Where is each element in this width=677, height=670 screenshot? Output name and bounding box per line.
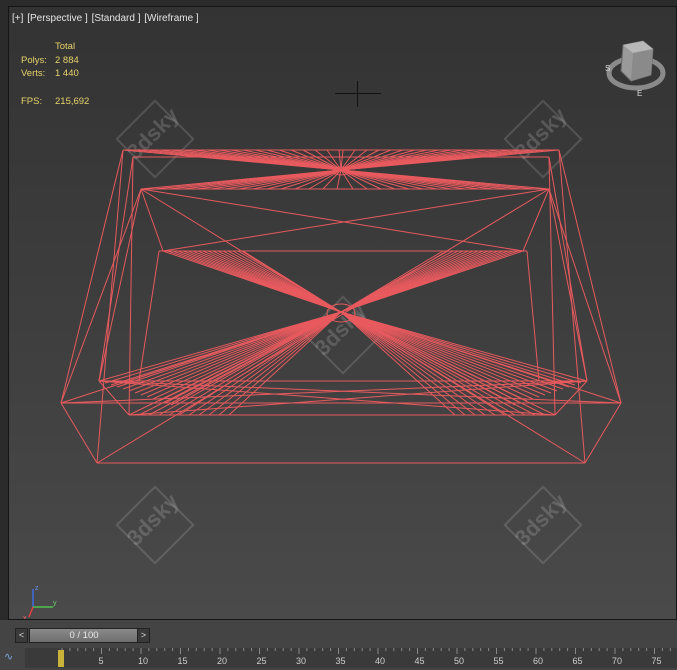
- timeline-track[interactable]: 051015202530354045505560657075: [25, 648, 677, 668]
- wire-edge: [60, 402, 98, 464]
- wire-edge: [188, 311, 342, 416]
- wire-edge: [336, 169, 342, 190]
- timeline-tick-label: 10: [138, 656, 148, 666]
- wire-edge: [162, 188, 550, 252]
- timeline-tick-label: 20: [217, 656, 227, 666]
- wire-edge: [340, 311, 496, 416]
- wire-edge: [554, 380, 588, 416]
- wire-edge: [526, 250, 540, 382]
- wire-edge: [96, 188, 550, 464]
- wire-edge: [96, 149, 124, 464]
- time-slider-track[interactable]: 0 / 100: [29, 628, 138, 643]
- current-frame-marker[interactable]: [58, 650, 64, 667]
- bottom-bar: < 0 / 100 > ∿ 05101520253035404550556065…: [0, 620, 677, 670]
- timeline-ruler[interactable]: 051015202530354045505560657075: [25, 648, 677, 668]
- compass-east: E: [637, 89, 642, 97]
- timeline-tick-label: 5: [99, 656, 104, 666]
- wire-edge: [140, 188, 586, 464]
- wire-edge: [340, 311, 486, 416]
- wire-edge: [140, 311, 342, 396]
- wire-edge: [218, 311, 342, 416]
- wire-edge: [140, 188, 164, 252]
- timeline-tick-label: 15: [178, 656, 188, 666]
- crosshair-cursor: [335, 81, 381, 107]
- timeline-tick-label: 35: [336, 656, 346, 666]
- curve-editor-icon[interactable]: ∿: [4, 650, 24, 666]
- prev-frame-button[interactable]: <: [15, 628, 28, 643]
- wire-edge: [584, 402, 622, 464]
- axis-tripod: z y x: [23, 585, 57, 619]
- compass-west: S: [605, 64, 610, 73]
- viewcube[interactable]: S E: [599, 35, 669, 97]
- x-axis: [28, 606, 34, 618]
- wire-edge: [138, 250, 160, 382]
- timeline-tick-label: 75: [652, 656, 662, 666]
- timeline-tick-label: 60: [533, 656, 543, 666]
- timeline-tick-label: 65: [573, 656, 583, 666]
- time-slider[interactable]: < 0 / 100 >: [15, 628, 151, 643]
- timeline-tick-label: 45: [415, 656, 425, 666]
- wire-edge: [340, 311, 466, 416]
- perspective-viewport[interactable]: [+] [Perspective ] [Standard ] [Wirefram…: [8, 6, 677, 620]
- timeline-tick-label: 70: [612, 656, 622, 666]
- wire-edge: [340, 311, 546, 396]
- y-axis-label: y: [53, 600, 57, 607]
- wire-edge: [548, 156, 588, 382]
- next-frame-button[interactable]: >: [137, 628, 150, 643]
- timeline-tick-label: 30: [296, 656, 306, 666]
- timeline-tick-label: 50: [454, 656, 464, 666]
- timeline-tick-label: 55: [494, 656, 504, 666]
- timeline-tick-label: 25: [257, 656, 267, 666]
- z-axis-label: z: [35, 585, 39, 592]
- wire-edge: [140, 188, 524, 252]
- wire-edge: [558, 149, 622, 404]
- time-slider-thumb[interactable]: 0 / 100: [30, 629, 138, 642]
- timeline-tick-label: 40: [375, 656, 385, 666]
- wire-edge: [98, 156, 134, 382]
- wire-edge: [522, 188, 550, 252]
- wire-edge: [60, 149, 124, 404]
- wire-edge: [128, 156, 134, 416]
